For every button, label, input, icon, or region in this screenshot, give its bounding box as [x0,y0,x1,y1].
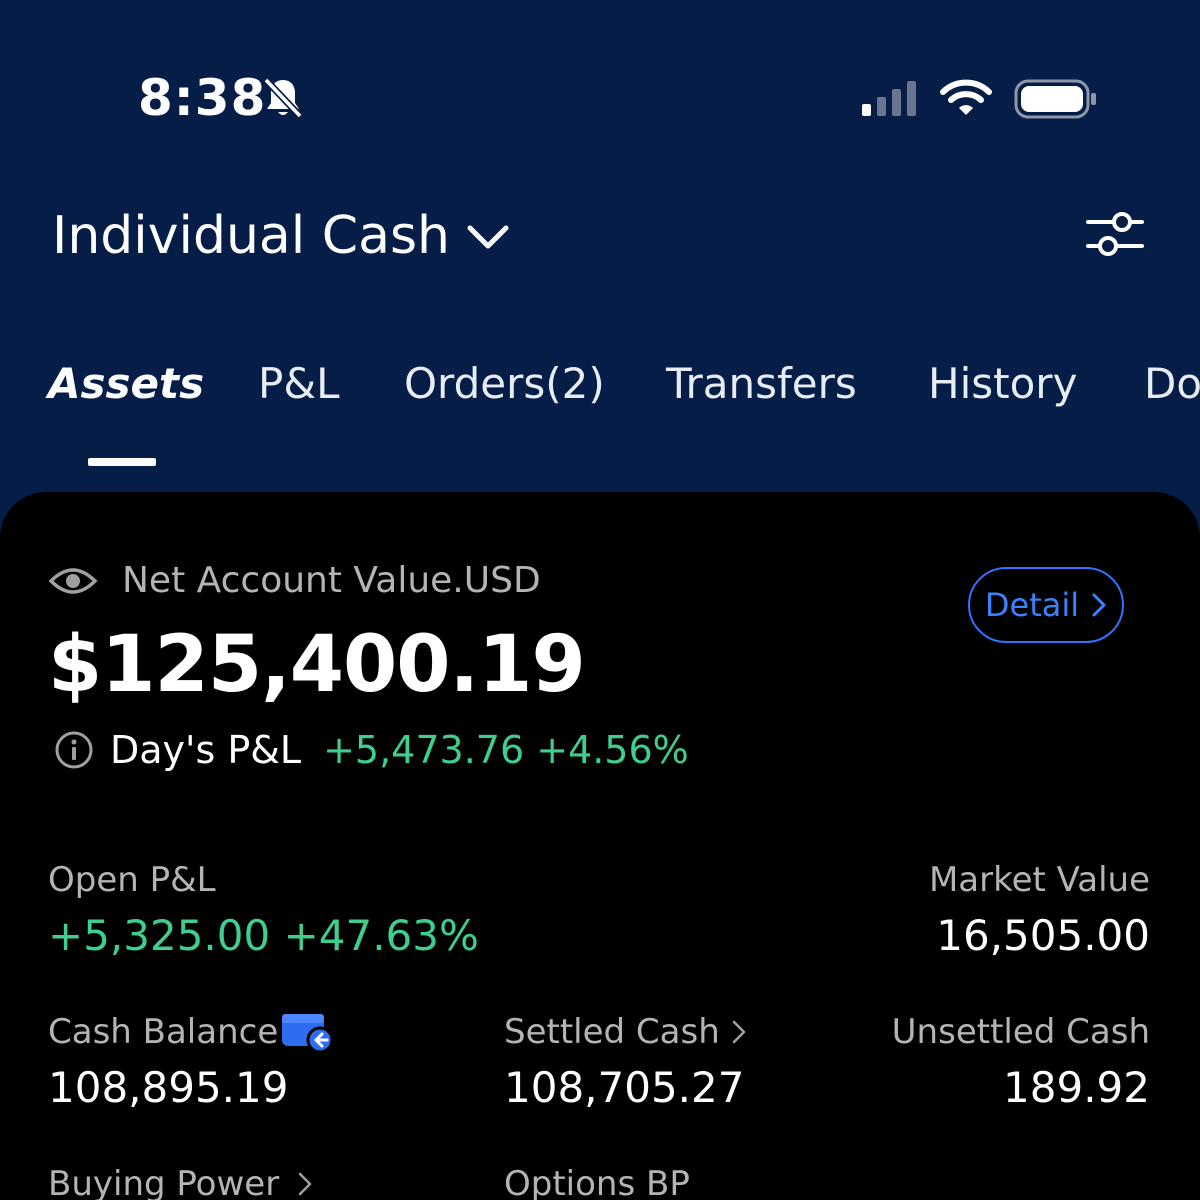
tab-assets[interactable]: Assets [48,352,204,416]
settled-cash-chevron-icon[interactable] [732,1020,746,1044]
days-pl-row: Day's P&L +5,473.76 +4.56% [54,728,689,772]
net-account-value-label: Net Account Value.USD [122,560,541,601]
open-pl-value: +5,325.00 +47.63% [48,911,479,960]
signal-icon [862,81,916,116]
wifi-icon [940,79,992,115]
settled-cash-value: 108,705.27 [504,1063,745,1112]
market-value-value: 16,505.00 [936,911,1150,960]
wallet-transfer-icon[interactable] [280,1008,336,1054]
account-name: Individual Cash [52,206,450,266]
cash-balance-value: 108,895.19 [48,1063,289,1112]
account-selector[interactable]: Individual Cash [52,200,510,272]
net-account-value-header: Net Account Value.USD [48,560,541,601]
filter-sliders-icon[interactable] [1084,208,1146,260]
cash-balance-label: Cash Balance [48,1012,279,1052]
eye-icon[interactable] [48,564,98,598]
account-screen: 8:38 Individual Cash Assets P&L Orders(2… [0,0,1200,1200]
detail-button[interactable]: Detail [968,567,1124,643]
chevron-right-icon [1092,593,1106,617]
unsettled-cash-value: 189.92 [1003,1063,1150,1112]
active-tab-indicator [88,458,156,466]
tab-transfers[interactable]: Transfers [666,352,857,416]
days-pl-value: +5,473.76 +4.56% [323,728,689,772]
buying-power-label[interactable]: Buying Power [48,1162,279,1200]
detail-button-label: Detail [984,586,1080,624]
tab-history[interactable]: History [928,352,1077,416]
info-icon[interactable] [54,730,94,770]
settled-cash-label[interactable]: Settled Cash [504,1010,720,1054]
market-value-label: Market Value [928,860,1150,900]
tab-orders[interactable]: Orders(2) [404,352,605,416]
status-time: 8:38 [138,69,267,127]
net-account-value: $125,400.19 [48,620,586,710]
days-pl-label: Day's P&L [110,728,302,772]
buying-power-chevron-icon[interactable] [298,1172,312,1196]
open-pl-label: Open P&L [48,860,216,900]
tab-documents[interactable]: Do [1144,352,1200,416]
bell-slash-icon [263,77,303,119]
unsettled-cash-label: Unsettled Cash [891,1012,1150,1052]
options-bp-label: Options BP [504,1164,690,1200]
chevron-down-icon [467,225,509,249]
battery-icon [1014,79,1096,119]
tab-pl[interactable]: P&L [258,352,339,416]
